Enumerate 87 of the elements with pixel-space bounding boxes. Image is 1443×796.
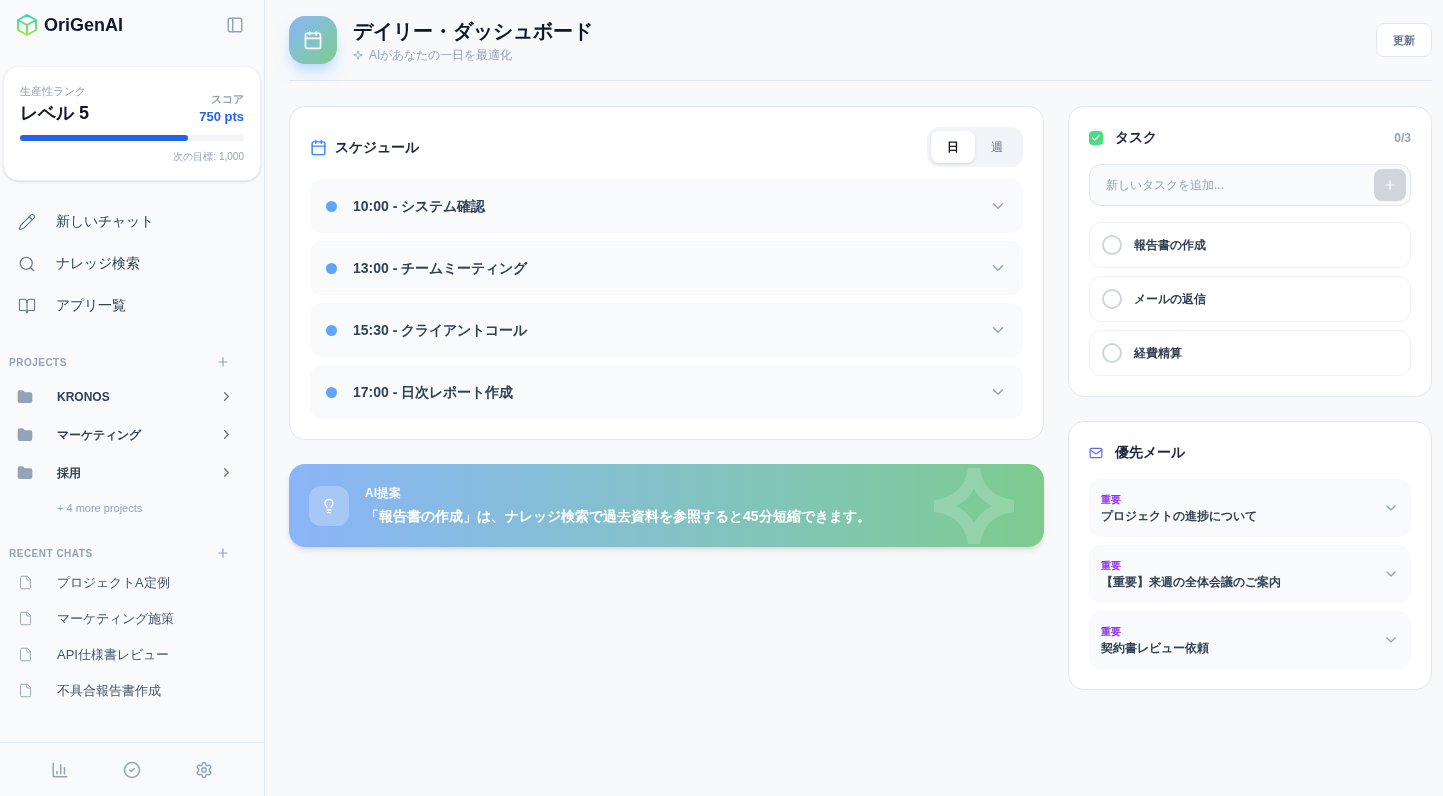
view-tab[interactable]: 週 [975,131,1019,163]
task-checkbox[interactable] [1102,235,1122,255]
folder-icon [17,426,33,443]
app-logo: OriGenAI [44,13,123,37]
score-value: 750 pts [199,108,244,126]
chat-item[interactable]: プロジェクトA定例 [0,564,264,601]
add-project-button[interactable] [216,355,230,369]
card-title: 優先メール [1115,443,1185,462]
task-checkbox[interactable] [1102,289,1122,309]
cube-logo-icon [16,13,38,37]
mail-subject: 【重要】来週の全体会議のご案内 [1101,573,1282,591]
schedule-text: 15:30 - クライアントコール [353,320,529,340]
rank-label: 生産性ランク [20,84,87,99]
add-task-button[interactable] [1374,169,1406,201]
task-count: 0/3 [1394,129,1411,147]
folder-icon [17,388,33,405]
document-icon [18,611,33,626]
document-icon [18,647,33,662]
schedule-item[interactable]: 10:00 - システム確認 [310,179,1023,233]
task-label: 経費精算 [1134,345,1182,362]
bar-chart-icon [51,760,69,779]
suggestion-title: AI提案 [365,485,402,502]
task-item[interactable]: 経費精算 [1089,330,1411,376]
calendar-badge-icon [289,16,337,64]
task-label: メールの返信 [1134,291,1206,308]
section-heading: RECENT CHATS [9,546,93,561]
priority-tag: 重要 [1101,623,1383,639]
search-icon [18,254,36,273]
schedule-item[interactable]: 15:30 - クライアントコール [310,303,1023,357]
refresh-button[interactable]: 更新 [1376,23,1432,57]
task-checkbox[interactable] [1102,343,1122,363]
plus-icon [1383,178,1397,192]
schedule-item[interactable]: 17:00 - 日次レポート作成 [310,365,1023,419]
task-label: 報告書の作成 [1134,237,1206,254]
calendar-icon [310,138,327,156]
priority-tag: 重要 [1101,557,1383,573]
new-task-field[interactable]: 新しいタスクを追加... [1089,164,1411,206]
mail-item[interactable]: 重要 プロジェクトの進捗について [1089,479,1411,537]
priority-tag: 重要 [1101,491,1383,507]
score-label: スコア [211,91,244,107]
mail-subject: 契約書レビュー依頼 [1101,639,1210,657]
mail-item[interactable]: 重要 契約書レビュー依頼 [1089,611,1411,669]
nav-item[interactable]: 新しいチャット [0,200,264,243]
mail-item[interactable]: 重要 【重要】来週の全体会議のご案内 [1089,545,1411,603]
checkbox-icon [1089,130,1103,145]
schedule-text: 10:00 - システム確認 [353,196,487,216]
plus-icon [216,355,230,369]
task-item[interactable]: メールの返信 [1089,276,1411,322]
panel-icon [226,16,244,34]
chat-item[interactable]: API仕様書レビュー [0,636,264,673]
view-tab[interactable]: 日 [931,131,975,163]
chat-item[interactable]: マーケティング施策 [0,600,264,637]
folder-icon [17,464,33,481]
nav-item[interactable]: ナレッジ検索 [0,242,264,285]
chat-item[interactable]: 不具合報告書作成 [0,672,264,709]
check-circle-icon [123,760,141,779]
section-heading: PROJECTS [9,355,67,370]
page-subtitle: AIがあなたの一日を最適化 [369,47,513,64]
card-title: タスク [1115,128,1157,147]
mail-subject: プロジェクトの進捗について [1101,507,1258,525]
project-item[interactable]: マーケティング [0,415,264,454]
schedule-item[interactable]: 13:00 - チームミーティング [310,241,1023,295]
rank-level: レベル 5 [20,101,89,125]
pencil-icon [18,212,36,231]
book-icon [18,296,36,315]
schedule-text: 17:00 - 日次レポート作成 [353,382,515,402]
mail-icon [1089,445,1103,460]
settings-icon [195,760,213,779]
project-item[interactable]: KRONOS [0,377,264,416]
done-button[interactable] [123,760,141,779]
task-item[interactable]: 報告書の作成 [1089,222,1411,268]
lightbulb-icon [309,485,349,526]
nav-item[interactable]: アプリ一覧 [0,284,264,327]
sparkle-decoration-icon [934,468,1014,544]
suggestion-text: 「報告書の作成」は、ナレッジ検索で過去資料を参照すると45分短縮できます。 [365,507,871,526]
plus-icon [216,546,230,560]
page-title: デイリー・ダッシュボード [353,19,593,44]
schedule-text: 13:00 - チームミーティング [353,258,529,278]
sparkle-icon [353,50,363,60]
card-title: スケジュール [335,137,419,157]
new-chat-button[interactable] [216,546,230,560]
document-icon [18,575,33,590]
stats-button[interactable] [51,760,69,779]
settings-button[interactable] [195,760,213,779]
document-icon [18,683,33,698]
project-item[interactable]: 採用 [0,453,264,492]
goal-text: 次の目標: 1,000 [173,149,244,164]
